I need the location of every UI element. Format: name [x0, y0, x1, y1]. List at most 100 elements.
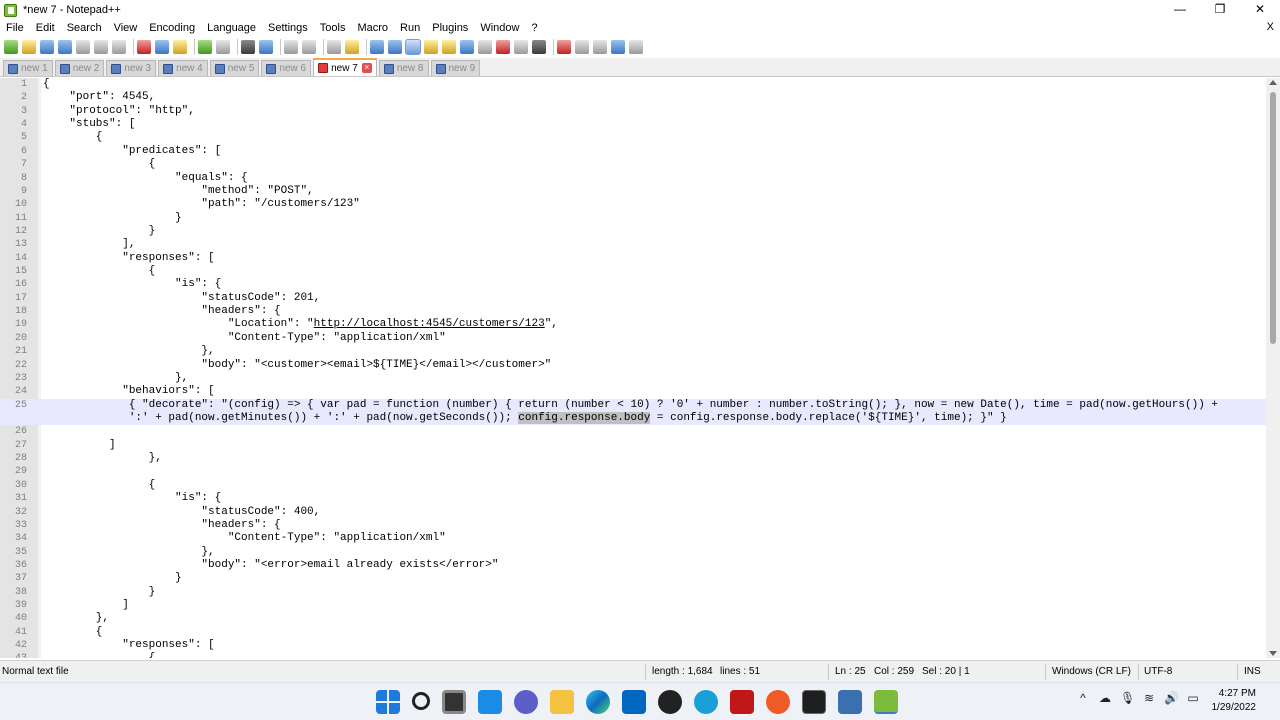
- code-line[interactable]: 24 "behaviors": [: [0, 385, 1266, 398]
- status-encoding[interactable]: UTF-8: [1144, 666, 1172, 677]
- code-line[interactable]: 23 },: [0, 372, 1266, 385]
- code-line[interactable]: 3 "protocol": "http",: [0, 105, 1266, 118]
- menu-edit[interactable]: Edit: [30, 21, 61, 36]
- code-line[interactable]: 25 { "decorate": "(config) => { var pad …: [0, 398, 1266, 412]
- code-line[interactable]: 36 "body": "<error>email already exists<…: [0, 559, 1266, 572]
- code-line[interactable]: 19 "Location": "http://localhost:4545/cu…: [0, 318, 1266, 331]
- find-icon[interactable]: [241, 40, 255, 54]
- onedrive-icon[interactable]: ☁: [1098, 691, 1112, 705]
- close-button[interactable]: ✕: [1240, 0, 1280, 20]
- minimize-button[interactable]: —: [1160, 0, 1200, 20]
- play-macro-icon[interactable]: [593, 40, 607, 54]
- document-map-icon[interactable]: [442, 40, 456, 54]
- code-line[interactable]: 34 "Content-Type": "application/xml": [0, 532, 1266, 545]
- record-macro-icon[interactable]: [557, 40, 571, 54]
- code-line[interactable]: 16 "is": {: [0, 278, 1266, 291]
- mcafee-icon[interactable]: [730, 690, 754, 714]
- start-icon[interactable]: [376, 690, 400, 714]
- editor-pane[interactable]: 1{2 "port": 4545, 3 "protocol": "http", 4 …: [0, 78, 1280, 658]
- search-icon[interactable]: [412, 692, 430, 710]
- battery-icon[interactable]: ▭: [1186, 691, 1200, 705]
- code-line[interactable]: 29: [0, 465, 1266, 478]
- save-macro-icon[interactable]: [629, 40, 643, 54]
- notepadpp-taskbar-icon[interactable]: [874, 690, 898, 714]
- menu-macro[interactable]: Macro: [351, 21, 394, 36]
- file-explorer-icon[interactable]: [550, 690, 574, 714]
- tab-new-4[interactable]: new 4: [158, 60, 208, 76]
- tab-new-5[interactable]: new 5: [209, 60, 260, 76]
- user-defined-language-icon[interactable]: [424, 40, 438, 54]
- url-link[interactable]: http://localhost:4545/customers/123: [314, 318, 545, 330]
- wifi-icon[interactable]: ≋: [1142, 691, 1156, 705]
- code-line[interactable]: 9 "method": "POST",: [0, 185, 1266, 198]
- store-icon[interactable]: [622, 690, 646, 714]
- code-line[interactable]: 31 "is": {: [0, 492, 1266, 505]
- tab-new-8[interactable]: new 8: [378, 60, 429, 76]
- replace-icon[interactable]: [259, 40, 273, 54]
- copy-icon[interactable]: [155, 40, 169, 54]
- edge-icon[interactable]: [586, 690, 610, 714]
- undo-icon[interactable]: [198, 40, 212, 54]
- code-line[interactable]: 12 }: [0, 225, 1266, 238]
- menu-tools[interactable]: Tools: [314, 21, 352, 36]
- menu-window[interactable]: Window: [474, 21, 525, 36]
- volume-icon[interactable]: 🔊: [1164, 691, 1179, 705]
- tab-close-icon[interactable]: ×: [361, 63, 372, 73]
- code-line[interactable]: 13 ],: [0, 238, 1266, 251]
- print-icon[interactable]: [112, 40, 126, 54]
- code-line[interactable]: 37 }: [0, 572, 1266, 585]
- terminal-icon[interactable]: [802, 690, 826, 714]
- show-hidden-icons-chevron-icon[interactable]: ^: [1076, 691, 1090, 705]
- code-line[interactable]: 38 }: [0, 586, 1266, 599]
- close-document-button[interactable]: X: [1267, 20, 1274, 35]
- menu-run[interactable]: Run: [394, 21, 426, 36]
- monitoring-icon[interactable]: [514, 40, 528, 54]
- code-line[interactable]: 15 {: [0, 265, 1266, 278]
- code-line[interactable]: 4 "stubs": [: [0, 118, 1266, 131]
- tab-new-9[interactable]: new 9: [430, 60, 481, 76]
- status-eol[interactable]: Windows (CR LF): [1052, 666, 1131, 677]
- scroll-up-arrow-icon[interactable]: [1269, 80, 1277, 85]
- menu-file[interactable]: File: [0, 21, 30, 36]
- help-icon[interactable]: [694, 690, 718, 714]
- tab-new-3[interactable]: new 3: [106, 60, 157, 76]
- vertical-scrollbar[interactable]: [1266, 78, 1280, 658]
- code-line[interactable]: ':' + pad(now.getMinutes()) + ':' + pad(…: [0, 411, 1266, 426]
- postman-icon[interactable]: [766, 690, 790, 714]
- code-line[interactable]: 8 "equals": {: [0, 172, 1266, 185]
- code-line[interactable]: 21 },: [0, 345, 1266, 358]
- calculator-icon[interactable]: [838, 690, 862, 714]
- scroll-down-arrow-icon[interactable]: [1269, 651, 1277, 656]
- code-line[interactable]: 28 },: [0, 452, 1266, 465]
- zoom-in-icon[interactable]: [284, 40, 298, 54]
- menu-help[interactable]: ?: [525, 21, 543, 36]
- code-line[interactable]: 5 {: [0, 131, 1266, 144]
- taskbar-clock[interactable]: 4:27 PM 1/29/2022: [1212, 687, 1257, 715]
- monitoring-eye-icon[interactable]: [532, 40, 546, 54]
- close-all-icon[interactable]: [94, 40, 108, 54]
- microphone-icon[interactable]: 🎙: [1120, 691, 1135, 705]
- menu-view[interactable]: View: [108, 21, 144, 36]
- code-line[interactable]: 17 "statusCode": 201,: [0, 292, 1266, 305]
- code-line[interactable]: 42 "responses": [: [0, 639, 1266, 652]
- code-line[interactable]: 6 "predicates": [: [0, 145, 1266, 158]
- sync-vertical-icon[interactable]: [327, 40, 341, 54]
- save-all-icon[interactable]: [58, 40, 72, 54]
- code-line[interactable]: 30 {: [0, 479, 1266, 492]
- menu-language[interactable]: Language: [201, 21, 262, 36]
- code-line[interactable]: 2 "port": 4545,: [0, 91, 1266, 104]
- code-line[interactable]: 11 }: [0, 212, 1266, 225]
- widgets-icon[interactable]: [478, 690, 502, 714]
- code-line[interactable]: 32 "statusCode": 400,: [0, 506, 1266, 519]
- task-view-icon[interactable]: [442, 690, 466, 714]
- code-line[interactable]: 10 "path": "/customers/123": [0, 198, 1266, 211]
- tab-new-6[interactable]: new 6: [261, 60, 312, 76]
- menu-encoding[interactable]: Encoding: [143, 21, 201, 36]
- show-all-characters-icon[interactable]: [388, 40, 402, 54]
- new-file-icon[interactable]: [4, 40, 18, 54]
- code-line[interactable]: 40 },: [0, 612, 1266, 625]
- code-line[interactable]: 20 "Content-Type": "application/xml": [0, 332, 1266, 345]
- folder-as-workspace-icon[interactable]: [496, 40, 510, 54]
- code-line[interactable]: 1{: [0, 78, 1266, 91]
- close-file-icon[interactable]: [76, 40, 90, 54]
